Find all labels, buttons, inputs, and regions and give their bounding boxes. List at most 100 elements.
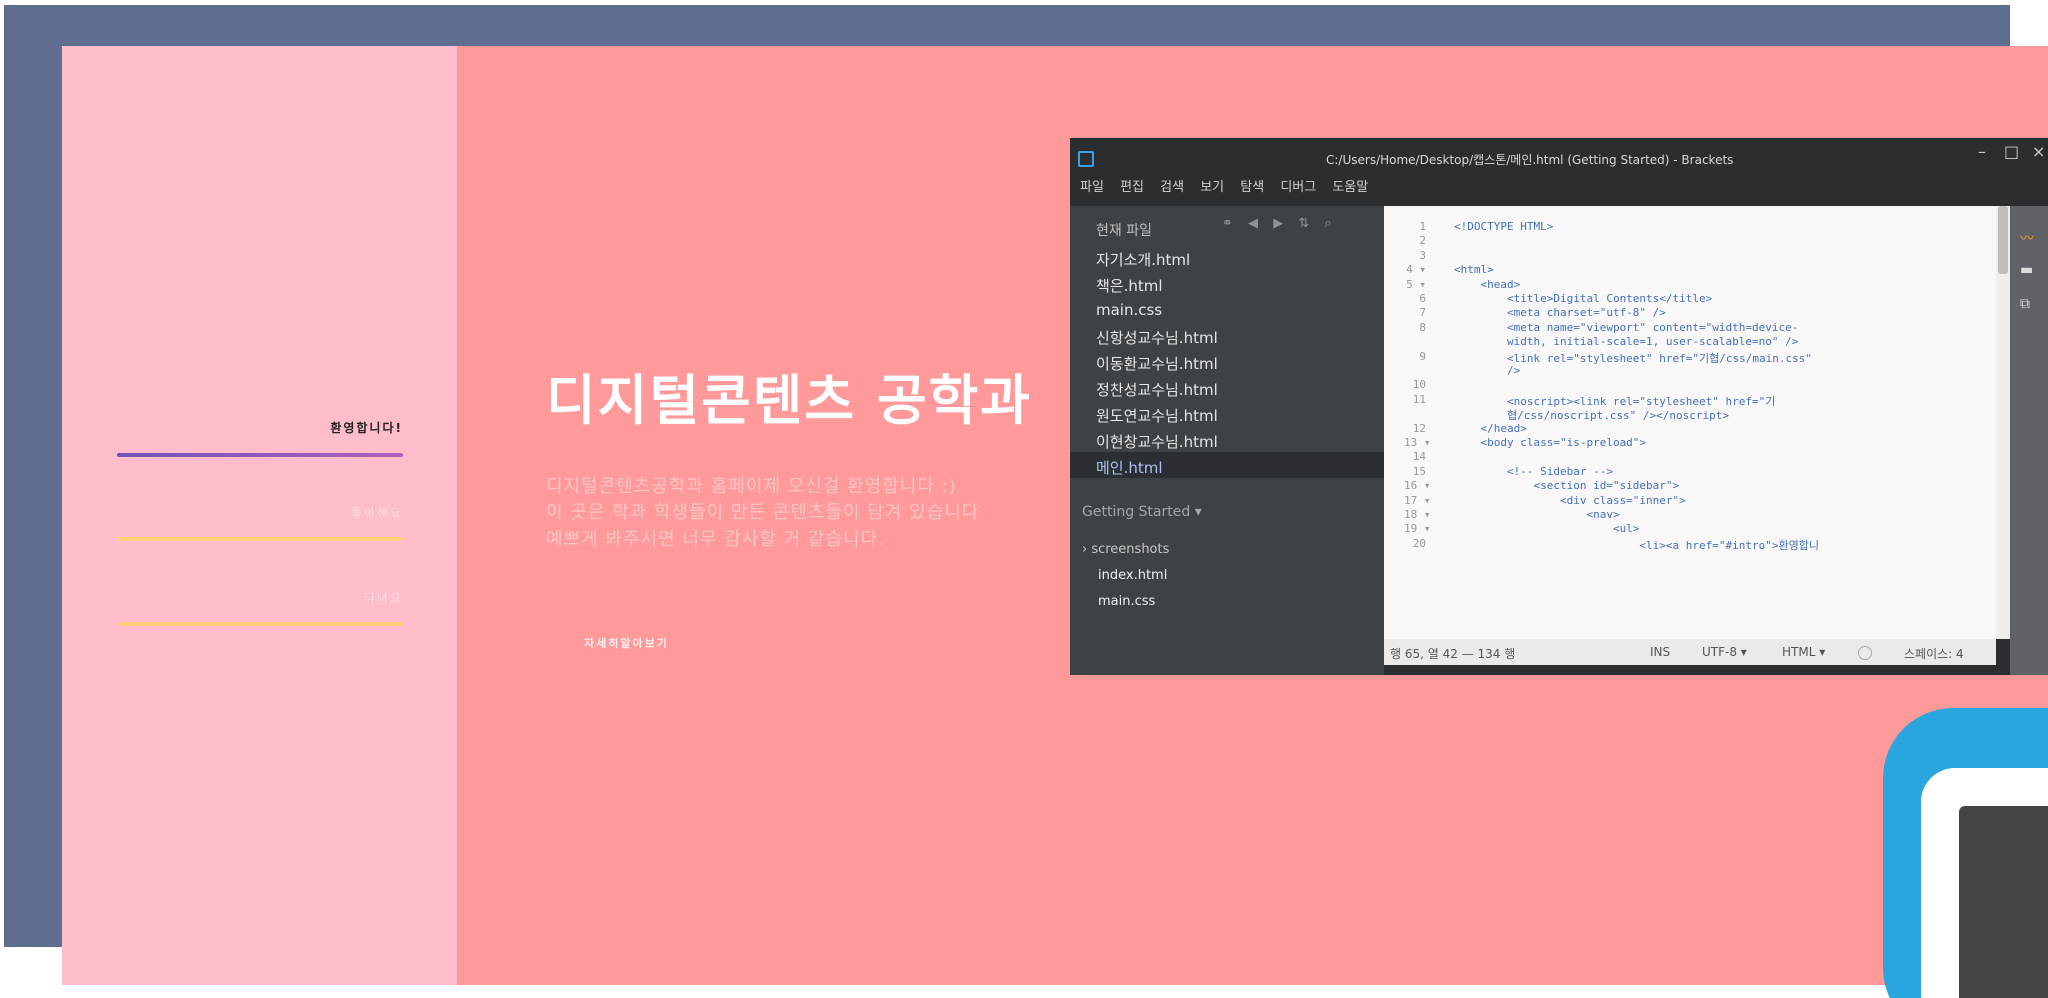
brackets-app-icon (1078, 151, 1094, 167)
indent-spaces[interactable]: 스페이스: 4 (1904, 645, 1964, 662)
brackets-editor-window: C:/Users/Home/Desktop/캡스톤/메인.html (Getti… (1070, 138, 2048, 675)
code-text: <title>Digital Contents</title> (1454, 292, 1713, 305)
search-icon[interactable]: ⌕ (1324, 216, 1331, 231)
split-view-icon[interactable]: ⚭ (1222, 216, 1233, 231)
insert-mode[interactable]: INS (1650, 645, 1670, 659)
file-name: 메인.html (1096, 459, 1163, 477)
code-editor[interactable]: 1 <!DOCTYPE HTML> 2 3 4 ▾ <html> 5 ▾ <head> 6 <… (1384, 206, 1996, 639)
code-line: 17 ▾ <div class="inner"> (1384, 494, 1996, 508)
folder-screenshots[interactable]: › screenshots (1082, 542, 1169, 557)
code-line: width, initial-scale=1, user-scalable=no… (1384, 335, 1996, 349)
code-line: 19 ▾ <ul> (1384, 522, 1996, 536)
status-bar: 행 65, 열 42 — 134 행 INS UTF-8 ▾ HTML ▾ 스페… (1384, 639, 1996, 665)
encoding-select[interactable]: UTF-8 ▾ (1702, 645, 1747, 659)
code-text: <meta charset="utf-8" /> (1454, 306, 1666, 320)
code-text: <head> (1454, 277, 1521, 291)
menu-debug[interactable]: 디버그 (1280, 180, 1316, 195)
menu-bar: 파일 편집 검색 보기 탐색 디버그 도움말 (1080, 176, 1380, 195)
menu-help[interactable]: 도움말 (1332, 180, 1368, 195)
code-text: /> (1454, 364, 1521, 377)
line-number: 14 (1412, 450, 1426, 464)
cursor-position: 행 65, 열 42 — 134 행 (1390, 647, 1516, 661)
code-line: 20 <li><a href="#intro">환영합니 (1384, 537, 1996, 552)
close-button[interactable]: × (2032, 142, 2045, 161)
code-hints-icon[interactable]: ⧉ (2020, 296, 2030, 312)
file-name: 이동환교수님.html (1096, 355, 1218, 373)
file-name: 책은.html (1096, 277, 1163, 295)
code-text: width, initial-scale=1, user-scalable=no… (1454, 335, 1799, 349)
line-number: 15 (1412, 464, 1426, 478)
code-line: 5 ▾ <head> (1384, 278, 1996, 292)
line-number: 6 (1419, 292, 1426, 305)
file-item-selected[interactable]: 메인.html (1070, 452, 1384, 478)
menu-edit[interactable]: 편집 (1120, 180, 1144, 195)
code-text: <meta name="viewport" content="width=dev… (1454, 320, 1799, 334)
code-line: 11 <noscript><link rel="stylesheet" href… (1384, 392, 1996, 408)
file-item[interactable]: 자기소개.html (1070, 244, 1384, 270)
language-select[interactable]: HTML ▾ (1782, 645, 1825, 659)
editor-scrollbar[interactable] (1996, 206, 2010, 639)
file-item[interactable]: 이현창교수님.html (1070, 426, 1384, 452)
code-line: 13 ▾ <body class="is-preload"> (1384, 436, 1996, 450)
code-text: <!-- Sidebar --> (1454, 464, 1613, 478)
line-number: 3 (1419, 248, 1426, 262)
line-number: 16 ▾ (1404, 479, 1431, 493)
linter-status-icon[interactable] (1858, 646, 1872, 660)
code-line: 2 (1384, 234, 1996, 248)
code-text: <!DOCTYPE HTML> (1454, 220, 1554, 233)
code-line: 14 (1384, 450, 1996, 464)
file-item[interactable]: 신항성교수님.html (1070, 322, 1384, 348)
learn-more-button[interactable]: 자세히알아보기 (584, 635, 669, 651)
line-number: 9 (1419, 349, 1426, 363)
code-line: /> (1384, 364, 1996, 378)
extension-manager-icon[interactable]: ▬ (2020, 262, 2033, 278)
file-sidebar: 현재 파일 ⚭ ◀ ▶ ⇅ ⌕ 자기소개.html 책은.html main.c… (1070, 206, 1384, 675)
code-text: <li><a href="#intro">환영합니 (1454, 538, 1819, 552)
line-number: 7 (1419, 306, 1426, 320)
nav-item-attend[interactable]: 다녀요 (117, 589, 403, 606)
code-text: <nav> (1454, 508, 1620, 521)
working-files-title: 현재 파일 (1096, 223, 1152, 239)
file-name: 자기소개.html (1096, 251, 1191, 269)
tree-file[interactable]: index.html (1098, 568, 1167, 583)
line-number: 11 (1412, 392, 1426, 406)
file-name: main.css (1096, 301, 1163, 319)
code-line: 10 (1384, 378, 1996, 392)
project-dropdown[interactable]: Getting Started ▾ (1082, 504, 1202, 520)
minimize-button[interactable]: – (1978, 142, 1986, 161)
code-line: 9 <link rel="stylesheet" href="기협/css/ma… (1384, 349, 1996, 365)
line-number: 13 ▾ (1404, 436, 1431, 449)
file-item[interactable]: main.css (1070, 296, 1384, 322)
file-name: 신항성교수님.html (1096, 329, 1218, 347)
code-text: <html> (1454, 263, 1494, 277)
hero-text: 예쁘게 봐주시면 너무 감사할 거 같습니다. (546, 529, 885, 550)
file-item[interactable]: 원도연교수님.html (1070, 400, 1384, 426)
file-item[interactable]: 책은.html (1070, 270, 1384, 296)
line-number: 17 ▾ (1404, 493, 1431, 507)
file-name: 정찬성교수님.html (1096, 381, 1218, 399)
tree-file[interactable]: main.css (1098, 594, 1155, 609)
code-text: </head> (1454, 421, 1527, 435)
line-number: 2 (1419, 234, 1426, 248)
scrollbar-thumb[interactable] (1998, 206, 2008, 274)
site-sidebar: 환영합니다! 좋아해요 다녀요 (62, 46, 457, 985)
menu-navigate[interactable]: 탐색 (1240, 180, 1264, 195)
menu-file[interactable]: 파일 (1080, 180, 1104, 195)
nav-item-like[interactable]: 좋아해요 (117, 504, 403, 521)
code-line: 6 <title>Digital Contents</title> (1384, 292, 1996, 306)
code-line: 협/css/noscript.css" /></noscript> (1384, 407, 1996, 422)
code-line: 8 <meta name="viewport" content="width=d… (1384, 321, 1996, 335)
line-number: 10 (1412, 378, 1426, 392)
nav-item-welcome[interactable]: 환영합니다! (117, 419, 403, 436)
live-preview-icon[interactable]: 〰 (2020, 228, 2034, 248)
back-icon[interactable]: ◀ (1248, 216, 1258, 231)
menu-view[interactable]: 보기 (1200, 180, 1224, 195)
file-item[interactable]: 정찬성교수님.html (1070, 374, 1384, 400)
forward-icon[interactable]: ▶ (1273, 216, 1283, 231)
menu-find[interactable]: 검색 (1160, 180, 1184, 195)
maximize-button[interactable]: □ (2004, 142, 2019, 161)
code-line: 18 ▾ <nav> (1384, 508, 1996, 522)
line-number: 18 ▾ (1404, 508, 1431, 521)
file-item[interactable]: 이동환교수님.html (1070, 348, 1384, 374)
sort-icon[interactable]: ⇅ (1298, 216, 1309, 231)
